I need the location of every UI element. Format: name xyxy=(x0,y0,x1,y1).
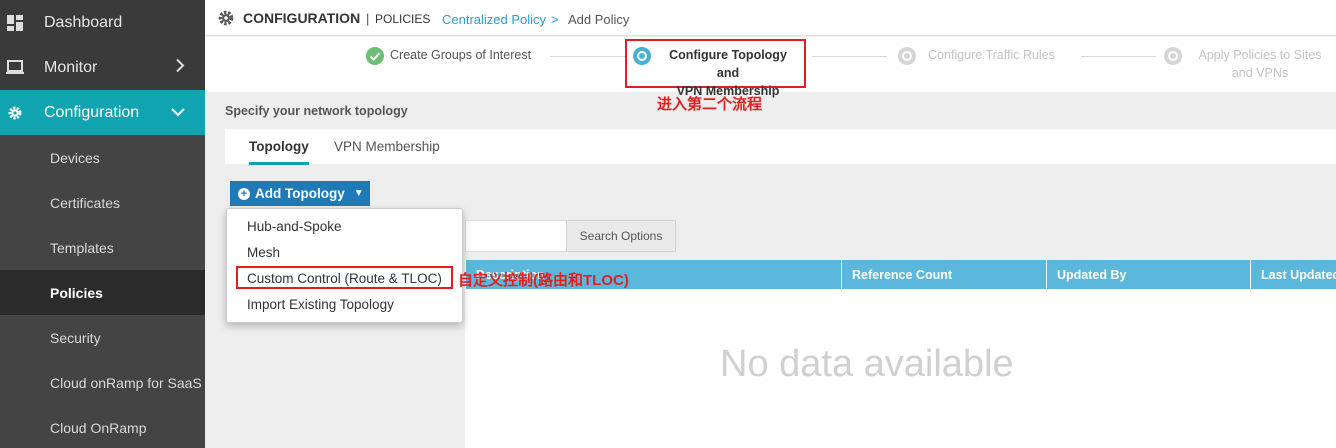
caret-down-icon: ▼ xyxy=(353,188,364,199)
sidebar-item-label: Policies xyxy=(50,284,103,301)
sidebar-item-label: Cloud onRamp for SaaS xyxy=(50,374,202,391)
column-header-updated-by[interactable]: Updated By xyxy=(1046,260,1250,289)
add-topology-button[interactable]: + Add Topology ▼ xyxy=(230,181,370,206)
sidebar: Dashboard Monitor Configuration Devices … xyxy=(0,0,205,448)
nav-dashboard[interactable]: Dashboard xyxy=(0,0,205,45)
chevron-right-icon xyxy=(175,58,185,77)
nav-label: Configuration xyxy=(44,103,140,121)
step-connector xyxy=(812,56,887,57)
annotation-step-note: 进入第二个流程 xyxy=(657,96,763,113)
sidebar-item-policies[interactable]: Policies xyxy=(0,270,205,315)
tab-bar: Topology VPN Membership xyxy=(225,129,1336,165)
current-step-icon xyxy=(633,47,651,65)
step-apply-policies: Apply Policies to Sites and VPNs xyxy=(1194,46,1326,82)
button-label: Add Topology xyxy=(255,186,345,201)
step-connector xyxy=(1081,56,1156,57)
sidebar-item-templates[interactable]: Templates xyxy=(0,225,205,270)
menu-item-import-topology[interactable]: Import Existing Topology xyxy=(247,297,394,312)
annotation-highlight-box xyxy=(236,266,453,289)
annotation-item-note: 自定义控制(路由和TLOC) xyxy=(458,272,629,289)
search-input[interactable] xyxy=(465,220,567,252)
step-configure-topology: Configure Topology and VPN Membership xyxy=(657,46,799,100)
gear-icon xyxy=(217,9,235,27)
sidebar-item-security[interactable]: Security xyxy=(0,315,205,360)
step-create-groups: Create Groups of Interest xyxy=(390,48,532,62)
plus-circle-icon: + xyxy=(238,187,250,200)
sidebar-item-label: Devices xyxy=(50,149,100,166)
sidebar-item-devices[interactable]: Devices xyxy=(0,135,205,180)
sidebar-item-label: Cloud OnRamp xyxy=(50,419,147,436)
menu-item-hub-and-spoke[interactable]: Hub-and-Spoke xyxy=(247,219,342,234)
nav-label: Monitor xyxy=(44,58,98,76)
step-label-line: Configure Topology and xyxy=(669,48,787,80)
monitor-icon xyxy=(6,59,24,77)
check-icon xyxy=(366,47,384,65)
sidebar-item-label: Templates xyxy=(50,239,114,256)
sidebar-item-cloud-onramp[interactable]: Cloud OnRamp xyxy=(0,405,205,448)
column-header-label: Last Updated xyxy=(1261,267,1336,282)
section-title: Specify your network topology xyxy=(225,104,408,118)
menu-item-mesh[interactable]: Mesh xyxy=(247,245,280,260)
nav-monitor[interactable]: Monitor xyxy=(0,45,205,90)
dashboard-icon xyxy=(6,14,24,32)
column-header-label: Reference Count xyxy=(852,267,953,282)
sidebar-item-certificates[interactable]: Certificates xyxy=(0,180,205,225)
future-step-icon xyxy=(1164,47,1182,65)
step-label-line: Apply Policies to Sites xyxy=(1198,48,1322,62)
breadcrumb-current: Add Policy xyxy=(568,12,630,27)
step-configure-traffic: Configure Traffic Rules xyxy=(928,48,1055,62)
page-title: CONFIGURATION xyxy=(243,10,361,26)
step-label-line: and VPNs xyxy=(1231,66,1289,80)
column-header-reference-count[interactable]: Reference Count xyxy=(841,260,1046,289)
future-step-icon xyxy=(898,47,916,65)
wizard-stepper: Create Groups of Interest Configure Topo… xyxy=(205,37,1336,98)
gear-icon xyxy=(6,104,24,122)
tab-topology[interactable]: Topology xyxy=(249,139,309,165)
search-options-button[interactable]: Search Options xyxy=(566,220,676,252)
sidebar-item-cloud-onramp-saas[interactable]: Cloud onRamp for SaaS xyxy=(0,360,205,405)
page-header: CONFIGURATION | POLICIES Centralized Pol… xyxy=(205,0,1336,36)
chevron-down-icon xyxy=(171,104,185,122)
search-options-label: Search Options xyxy=(579,229,663,243)
page-subtitle: POLICIES xyxy=(375,12,431,26)
sidebar-item-label: Security xyxy=(50,329,101,346)
title-separator: | xyxy=(366,11,370,26)
nav-configuration[interactable]: Configuration xyxy=(0,90,205,135)
breadcrumb-centralized-policy[interactable]: Centralized Policy xyxy=(442,12,546,27)
column-header-label: Updated By xyxy=(1057,267,1127,282)
tab-vpn-membership[interactable]: VPN Membership xyxy=(334,139,440,154)
column-header-last-updated[interactable]: Last Updated xyxy=(1250,260,1336,289)
nav-label: Dashboard xyxy=(44,13,123,31)
breadcrumb-separator: > xyxy=(551,12,559,27)
step-connector xyxy=(550,56,625,57)
empty-state-text: No data available xyxy=(720,343,1014,385)
sidebar-item-label: Certificates xyxy=(50,194,121,211)
